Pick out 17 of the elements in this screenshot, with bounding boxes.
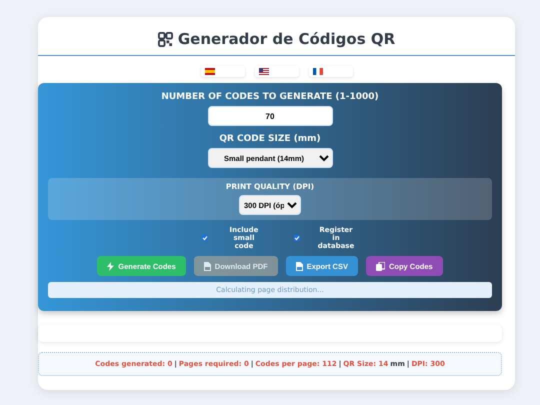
lightning-icon (107, 262, 114, 270)
checkbox[interactable] (294, 235, 300, 241)
file-icon (296, 262, 303, 270)
field-label: NUMBER OF CODES TO GENERATE (1-1000) (161, 92, 379, 102)
field-label: QR CODE SIZE (mm) (219, 134, 321, 144)
file-icon (204, 262, 211, 270)
flag-icon (204, 68, 214, 75)
language-button[interactable] (308, 66, 352, 77)
flag-icon (312, 68, 322, 75)
language-button[interactable] (200, 66, 244, 77)
checkbox[interactable] (202, 235, 208, 241)
flag-icon (258, 68, 268, 75)
page-title: Generador de Códigos QR (178, 30, 396, 48)
copy-icon (376, 262, 385, 270)
count-input[interactable]: 70 (208, 106, 332, 126)
language-button[interactable] (254, 66, 298, 77)
qr-code-icon (158, 32, 173, 46)
